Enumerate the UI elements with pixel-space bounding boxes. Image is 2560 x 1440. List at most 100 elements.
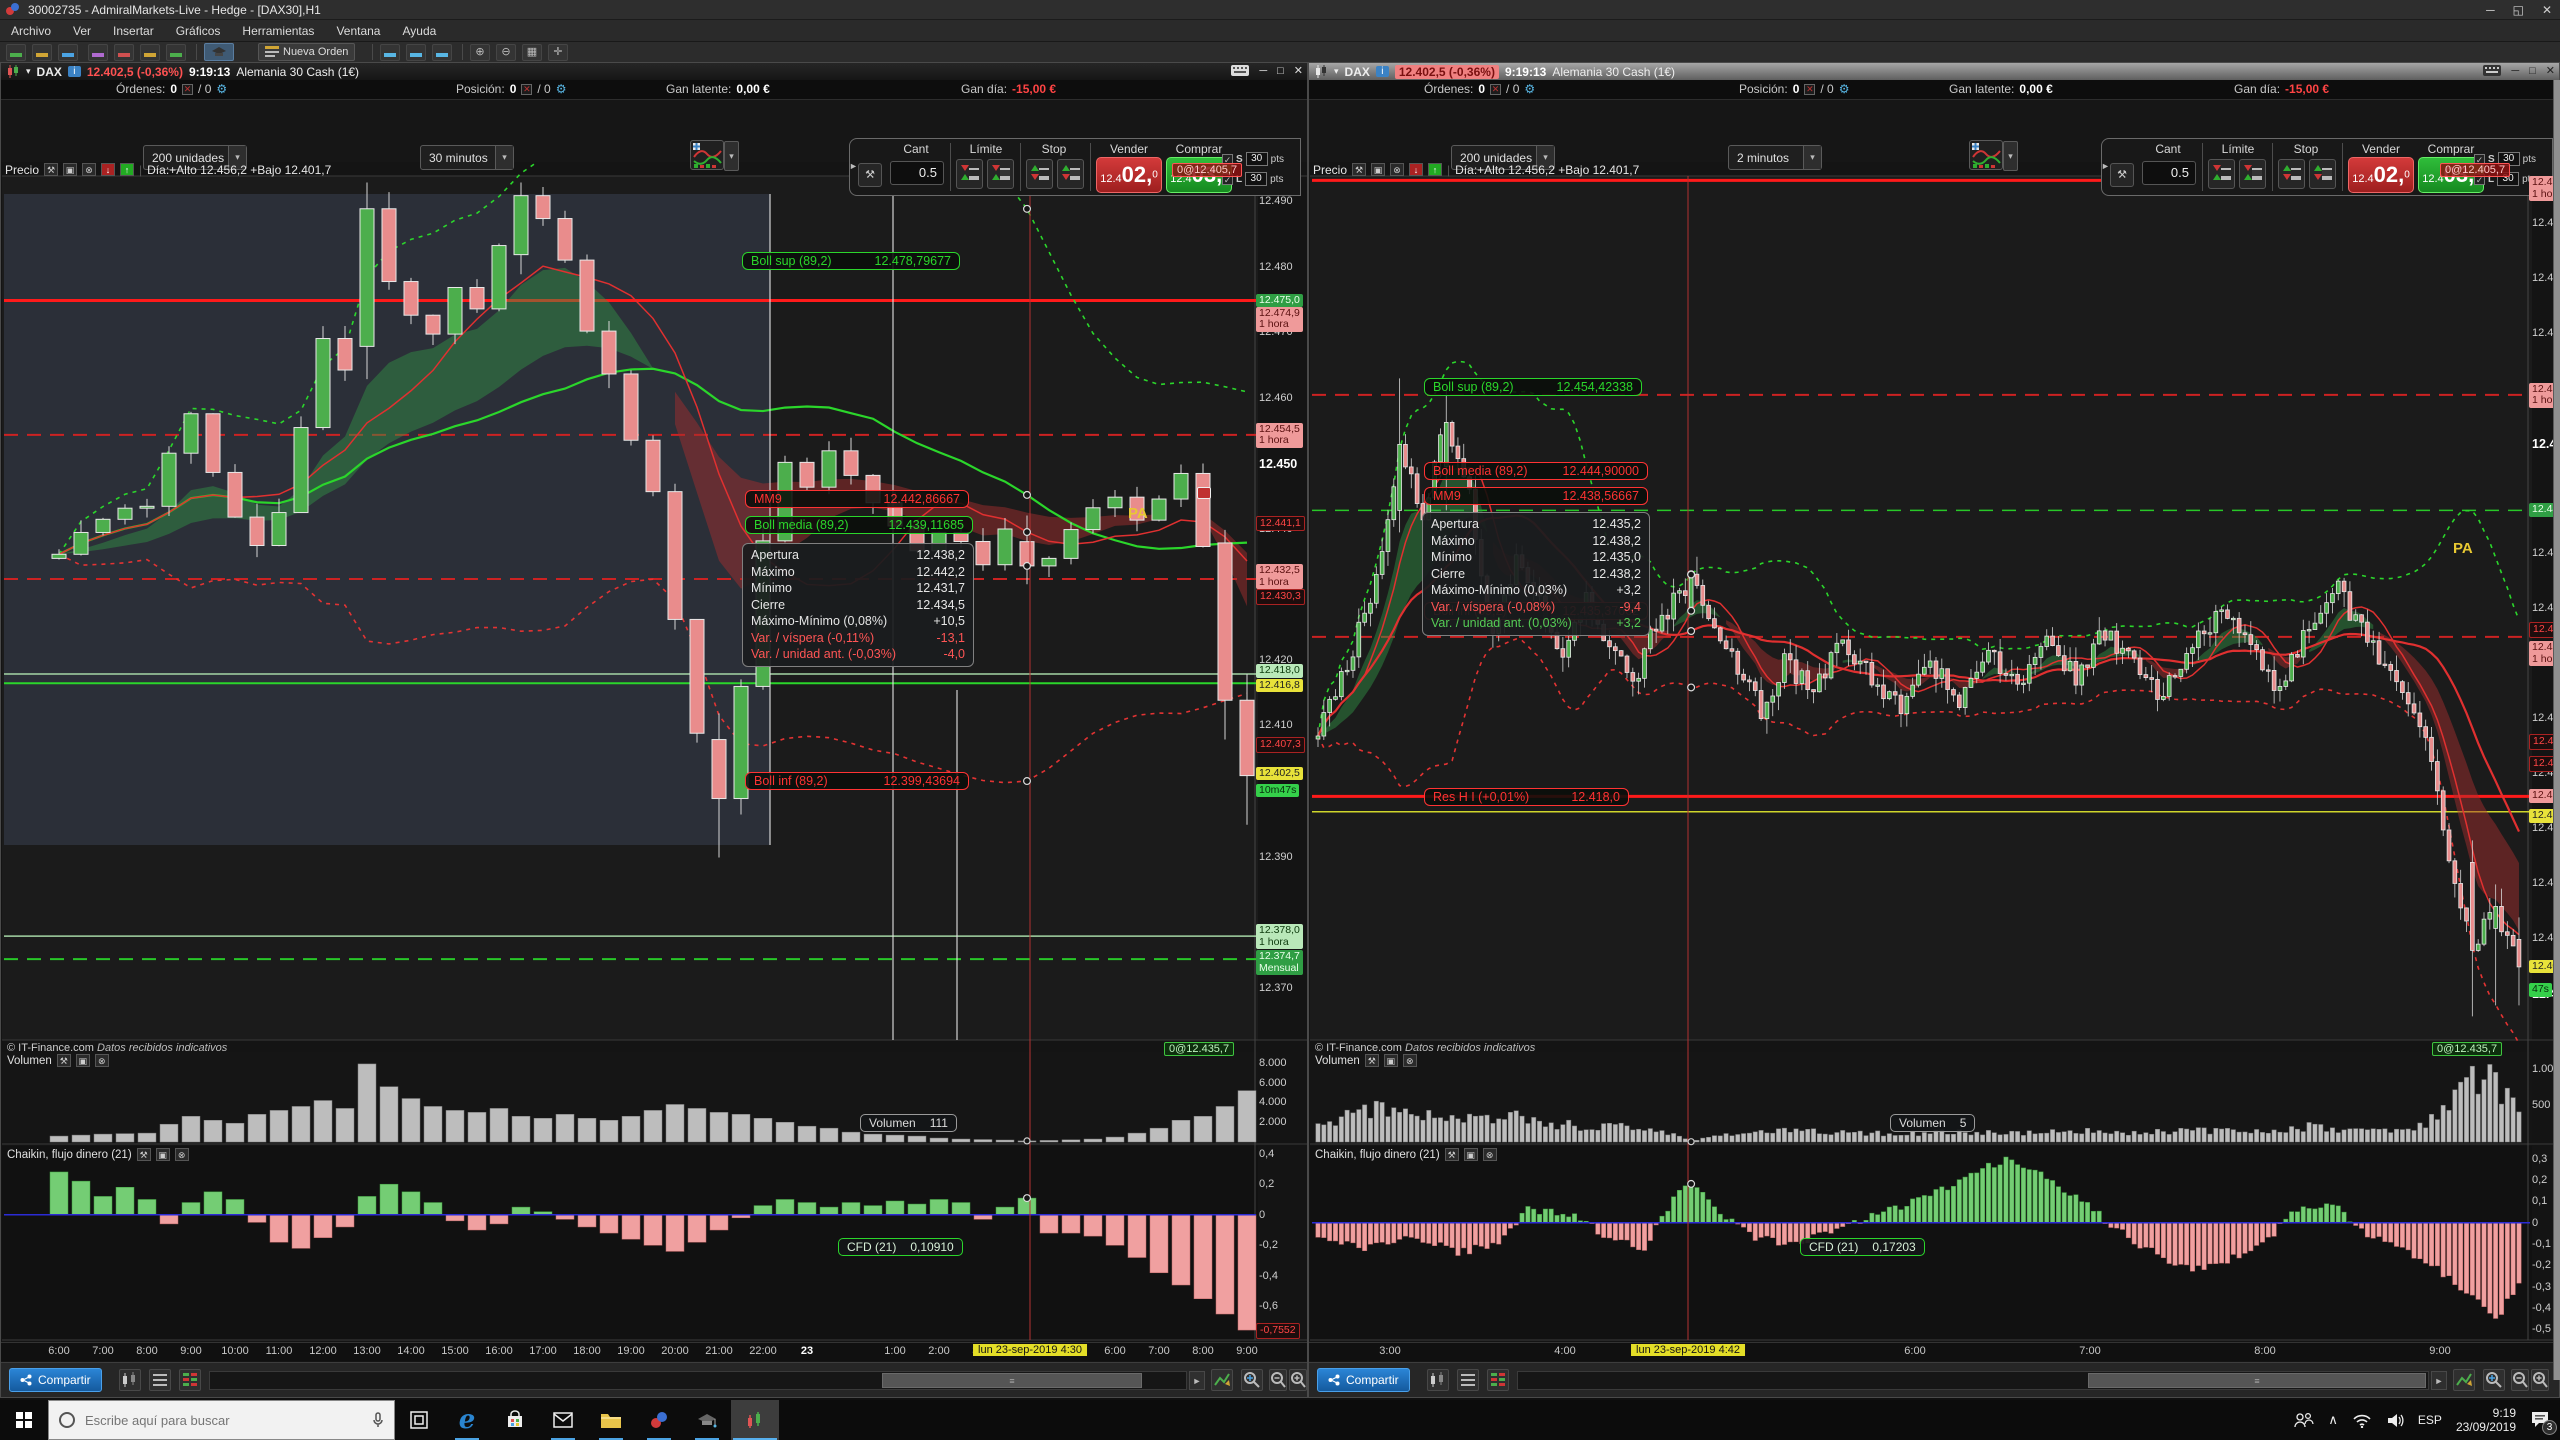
maximize-button[interactable]: ◱ bbox=[2513, 3, 2524, 17]
position-close-icon[interactable]: ✕ bbox=[1804, 84, 1815, 95]
orderbook-icon[interactable] bbox=[179, 1369, 201, 1391]
window-icon[interactable]: ▣ bbox=[156, 1148, 170, 1161]
people-icon[interactable] bbox=[2294, 1412, 2314, 1428]
toolbar-charttype-0[interactable] bbox=[380, 44, 400, 61]
info-icon[interactable]: i bbox=[1376, 66, 1389, 77]
wrench-icon[interactable]: ⚒ bbox=[57, 1054, 71, 1067]
microphone-icon[interactable] bbox=[372, 1412, 384, 1428]
tray-expand-icon[interactable]: ∧ bbox=[2328, 1412, 2338, 1428]
buy-limit-button[interactable] bbox=[2239, 159, 2266, 189]
chart-close-button[interactable]: ✕ bbox=[1294, 64, 1303, 77]
limit-pts-input[interactable]: 30 bbox=[1245, 172, 1267, 186]
taskbar-edge-icon[interactable]: e bbox=[443, 1400, 491, 1440]
chart-style-button[interactable]: ▾ bbox=[690, 140, 724, 170]
toolbar-news-icon[interactable] bbox=[166, 44, 186, 61]
position-settings-icon[interactable]: ⚙ bbox=[1839, 82, 1850, 96]
chart-edit-icon[interactable] bbox=[1211, 1369, 1233, 1391]
start-button[interactable] bbox=[0, 1400, 48, 1440]
menu-ver[interactable]: Ver bbox=[62, 24, 102, 38]
buy-arrow-icon[interactable]: ↑ bbox=[1428, 163, 1442, 176]
chart-style-dropdown-arrow[interactable]: ▾ bbox=[724, 141, 739, 171]
taskbar-mail-icon[interactable] bbox=[539, 1400, 587, 1440]
task-view-button[interactable] bbox=[395, 1400, 443, 1440]
sell-button[interactable]: 12.402,0 bbox=[2348, 157, 2414, 193]
search-input[interactable] bbox=[85, 1413, 362, 1428]
position-settings-icon[interactable]: ⚙ bbox=[556, 82, 567, 96]
chart-edit-icon[interactable] bbox=[2453, 1369, 2475, 1391]
wrench-icon[interactable]: ⚒ bbox=[1365, 1054, 1379, 1067]
taskbar-explorer-icon[interactable] bbox=[587, 1400, 635, 1440]
sell-button[interactable]: 12.402,0 bbox=[1096, 157, 1162, 193]
window-icon[interactable]: ▣ bbox=[1384, 1054, 1398, 1067]
panel-collapse-arrow[interactable]: ► bbox=[849, 161, 858, 171]
symbol-label[interactable]: DAX bbox=[37, 65, 62, 79]
orders-settings-icon[interactable]: ⚙ bbox=[216, 82, 227, 96]
panel-collapse-arrow[interactable]: ► bbox=[2101, 161, 2110, 171]
toolbar-window-icon[interactable] bbox=[58, 44, 78, 61]
quantity-input[interactable]: 0.5 bbox=[890, 161, 944, 185]
wrench-icon[interactable]: ⚒ bbox=[137, 1148, 151, 1161]
scroll-right-button[interactable]: ► bbox=[1189, 1371, 1205, 1390]
trade-settings-icon[interactable]: ⚒ bbox=[858, 163, 882, 187]
chart-titlebar[interactable]: ▾ DAX i 12.402,5 (-0,36%) 9:19:13 Aleman… bbox=[1309, 63, 2559, 80]
buy-stop-button[interactable] bbox=[2309, 159, 2336, 189]
menu-ayuda[interactable]: Ayuda bbox=[391, 24, 447, 38]
candle-tool-icon[interactable] bbox=[1427, 1369, 1449, 1391]
list-tool-icon[interactable] bbox=[1457, 1369, 1479, 1391]
chart-style-dropdown-arrow[interactable]: ▾ bbox=[2003, 141, 2018, 171]
toolbar-profile-icon[interactable] bbox=[32, 44, 52, 61]
sell-arrow-icon[interactable]: ↓ bbox=[101, 163, 115, 176]
taskbar-clock[interactable]: 9:1923/09/2019 bbox=[2456, 1406, 2516, 1434]
minimize-button[interactable]: ─ bbox=[2486, 3, 2495, 17]
close-circle-icon[interactable]: ⊗ bbox=[1403, 1054, 1417, 1067]
sell-limit-button[interactable] bbox=[2208, 159, 2235, 189]
trade-settings-icon[interactable]: ⚒ bbox=[2110, 163, 2134, 187]
orders-cancel-icon[interactable]: ✕ bbox=[1490, 84, 1501, 95]
wrench-icon[interactable]: ⚒ bbox=[44, 163, 58, 176]
menu-insertar[interactable]: Insertar bbox=[102, 24, 165, 38]
quantity-input[interactable]: 0.5 bbox=[2142, 161, 2196, 185]
sell-stop-button[interactable] bbox=[2278, 159, 2305, 189]
scroll-right-button[interactable]: ► bbox=[2431, 1371, 2447, 1390]
toolbar-charttype-1[interactable] bbox=[406, 44, 426, 61]
zoom-out-icon[interactable] bbox=[2511, 1369, 2529, 1391]
stop-pts-input[interactable]: 30 bbox=[1246, 152, 1268, 166]
close-circle-icon[interactable]: ⊗ bbox=[175, 1148, 189, 1161]
toolbar-tile-windows[interactable]: ▦ bbox=[522, 44, 542, 61]
toolbar-indicator-icon[interactable] bbox=[88, 44, 108, 61]
toolbar-cursor[interactable]: ✛ bbox=[548, 44, 568, 61]
close-circle-icon[interactable]: ⊗ bbox=[95, 1054, 109, 1067]
toolbar-zoom-in[interactable]: ⊕ bbox=[470, 44, 490, 61]
chart-maximize-button[interactable]: □ bbox=[1277, 65, 1284, 77]
buy-limit-button[interactable] bbox=[987, 159, 1014, 189]
scrollbar-handle[interactable]: ≡ bbox=[2088, 1373, 2426, 1388]
chart-minimize-button[interactable]: ─ bbox=[1259, 65, 1267, 77]
sell-arrow-icon[interactable]: ↓ bbox=[1409, 163, 1423, 176]
position-close-icon[interactable]: ✕ bbox=[521, 84, 532, 95]
list-tool-icon[interactable] bbox=[149, 1369, 171, 1391]
chart-titlebar[interactable]: ▾ DAX i 12.402,5 (-0,36%) 9:19:13 Aleman… bbox=[1, 63, 1307, 80]
share-button[interactable]: Compartir bbox=[1317, 1368, 1410, 1392]
zoom-fit-icon[interactable] bbox=[2483, 1369, 2505, 1391]
window-icon[interactable]: ▣ bbox=[76, 1054, 90, 1067]
chart-maximize-button[interactable]: □ bbox=[2529, 65, 2536, 77]
menu-herramientas[interactable]: Herramientas bbox=[231, 24, 325, 38]
orders-cancel-icon[interactable]: ✕ bbox=[182, 84, 193, 95]
close-circle-icon[interactable]: ⊗ bbox=[1390, 163, 1404, 176]
timeframe-dropdown[interactable]: 2 minutos▾ bbox=[1728, 145, 1822, 170]
keyboard-icon[interactable] bbox=[2483, 65, 2501, 76]
orders-settings-icon[interactable]: ⚙ bbox=[1524, 82, 1535, 96]
sell-stop-button[interactable] bbox=[1026, 159, 1053, 189]
toolbar-chart-icon[interactable] bbox=[6, 44, 26, 61]
sell-limit-button[interactable] bbox=[956, 159, 983, 189]
buy-arrow-icon[interactable]: ↑ bbox=[120, 163, 134, 176]
chart-minimize-button[interactable]: ─ bbox=[2511, 65, 2519, 77]
zoom-in-icon[interactable] bbox=[2531, 1369, 2549, 1391]
toolbar-alert-icon[interactable] bbox=[140, 44, 160, 61]
close-circle-icon[interactable]: ⊗ bbox=[1483, 1148, 1497, 1161]
wifi-icon[interactable] bbox=[2352, 1413, 2372, 1428]
speaker-icon[interactable] bbox=[2386, 1413, 2404, 1428]
taskbar-trading-app-icon[interactable] bbox=[635, 1400, 683, 1440]
wrench-icon[interactable]: ⚒ bbox=[1445, 1148, 1459, 1161]
symbol-label[interactable]: DAX bbox=[1345, 65, 1370, 79]
